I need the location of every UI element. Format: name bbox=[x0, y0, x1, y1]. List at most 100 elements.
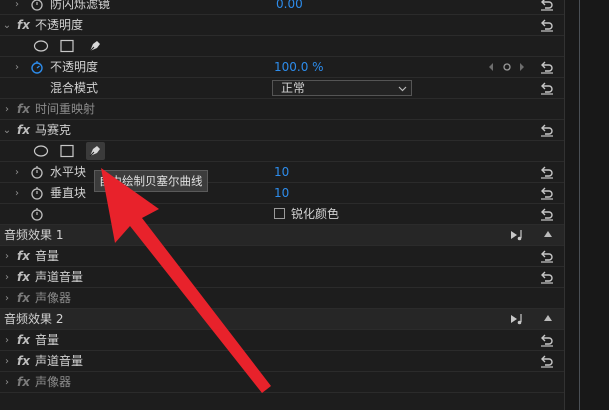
opacity-value[interactable]: 100.0 % bbox=[274, 57, 324, 78]
reset-icon[interactable] bbox=[540, 186, 554, 200]
opacity-label: 不透明度 bbox=[50, 60, 99, 74]
effect-controls-panel: › 防闪烁滤镜 0.00 ⌄ fx 不透明度 › 不透明度 100.0 % 混合… bbox=[0, 0, 564, 410]
opacity-section-row[interactable]: ⌄ fx 不透明度 bbox=[0, 15, 564, 36]
stopwatch-icon[interactable] bbox=[30, 186, 44, 200]
chevron-right-icon[interactable]: › bbox=[2, 372, 12, 393]
audio1-panner-row[interactable]: › fx 声像器 bbox=[0, 288, 564, 309]
ellipse-mask-icon[interactable] bbox=[33, 38, 49, 54]
audio1-volume-label: 音量 bbox=[35, 249, 60, 263]
horizontal-blocks-label: 水平块 bbox=[50, 165, 87, 179]
pen-mask-icon[interactable] bbox=[86, 142, 105, 160]
sharpen-colors-checkbox[interactable] bbox=[274, 208, 285, 219]
pen-mask-icon[interactable] bbox=[87, 38, 103, 54]
audio2-channel-volume-label: 声道音量 bbox=[35, 354, 84, 368]
reset-icon[interactable] bbox=[540, 165, 554, 179]
reset-icon[interactable] bbox=[540, 123, 554, 137]
chevron-right-icon[interactable]: › bbox=[12, 57, 22, 78]
sharpen-colors-row: 锐化颜色 bbox=[0, 204, 564, 225]
audio-effects-1-label: 音频效果 1 bbox=[4, 228, 64, 242]
chevron-right-icon[interactable]: › bbox=[2, 330, 12, 351]
keyframe-next-icon[interactable] bbox=[518, 61, 526, 73]
blend-mode-value: 正常 bbox=[281, 81, 306, 95]
stopwatch-icon[interactable] bbox=[30, 60, 44, 74]
keyframe-add-icon[interactable] bbox=[502, 61, 512, 73]
reset-icon[interactable] bbox=[540, 249, 554, 263]
reset-icon[interactable] bbox=[540, 354, 554, 368]
chevron-right-icon[interactable]: › bbox=[2, 267, 12, 288]
reset-icon[interactable] bbox=[540, 18, 554, 32]
audio1-channel-volume-label: 声道音量 bbox=[35, 270, 84, 284]
stopwatch-icon[interactable] bbox=[30, 207, 44, 221]
vertical-blocks-row: › 垂直块 10 bbox=[0, 183, 564, 204]
opacity-mask-tools-row bbox=[0, 36, 564, 57]
collapse-up-icon[interactable] bbox=[544, 315, 552, 321]
mosaic-mask-tools-row bbox=[0, 141, 564, 162]
mosaic-section-label: 马赛克 bbox=[35, 123, 72, 137]
audio-play-icon[interactable] bbox=[509, 312, 527, 326]
audio2-volume-row[interactable]: › fx 音量 bbox=[0, 330, 564, 351]
chevron-down-icon[interactable]: ⌄ bbox=[2, 15, 12, 36]
playhead-line bbox=[579, 0, 580, 410]
flicker-value[interactable]: 0.00 bbox=[276, 0, 303, 15]
audio1-channel-volume-row[interactable]: › fx 声道音量 bbox=[0, 267, 564, 288]
reset-icon[interactable] bbox=[540, 270, 554, 284]
pen-tooltip: 自由绘制贝塞尔曲线 bbox=[94, 170, 208, 192]
reset-icon[interactable] bbox=[540, 81, 554, 95]
horizontal-blocks-value[interactable]: 10 bbox=[274, 162, 289, 183]
audio-play-icon[interactable] bbox=[509, 228, 527, 242]
audio-effects-1-header: 音频效果 1 bbox=[0, 225, 564, 246]
audio1-panner-label: 声像器 bbox=[35, 291, 72, 305]
rectangle-mask-icon[interactable] bbox=[59, 38, 75, 54]
flicker-label: 防闪烁滤镜 bbox=[50, 0, 111, 11]
chevron-right-icon[interactable]: › bbox=[2, 351, 12, 372]
audio-effects-2-header: 音频效果 2 bbox=[0, 309, 564, 330]
reset-icon[interactable] bbox=[540, 60, 554, 74]
collapse-up-icon[interactable] bbox=[544, 231, 552, 237]
audio2-volume-label: 音量 bbox=[35, 333, 60, 347]
audio2-panner-label: 声像器 bbox=[35, 375, 72, 389]
fx-badge[interactable]: fx bbox=[17, 330, 30, 351]
fx-badge[interactable]: fx bbox=[17, 351, 30, 372]
sharpen-colors-label: 锐化颜色 bbox=[291, 207, 340, 221]
reset-icon[interactable] bbox=[540, 333, 554, 347]
chevron-right-icon[interactable]: › bbox=[12, 162, 22, 183]
fx-badge[interactable]: fx bbox=[17, 267, 30, 288]
audio1-volume-row[interactable]: › fx 音量 bbox=[0, 246, 564, 267]
chevron-down-icon[interactable]: ⌄ bbox=[2, 120, 12, 141]
chevron-right-icon[interactable]: › bbox=[12, 183, 22, 204]
chevron-right-icon[interactable]: › bbox=[2, 246, 12, 267]
horizontal-blocks-row: › 水平块 10 bbox=[0, 162, 564, 183]
time-remap-row[interactable]: › fx 时间重映射 bbox=[0, 99, 564, 120]
stopwatch-icon[interactable] bbox=[30, 165, 44, 179]
audio-effects-2-label: 音频效果 2 bbox=[4, 312, 64, 326]
rectangle-mask-icon[interactable] bbox=[59, 143, 75, 159]
stopwatch-icon[interactable] bbox=[30, 0, 44, 11]
time-remap-label: 时间重映射 bbox=[35, 102, 96, 116]
keyframe-prev-icon[interactable] bbox=[487, 61, 495, 73]
fx-badge[interactable]: fx bbox=[17, 372, 30, 393]
ellipse-mask-icon[interactable] bbox=[33, 143, 49, 159]
timeline-area[interactable] bbox=[564, 0, 609, 410]
chevron-right-icon[interactable]: › bbox=[12, 0, 22, 15]
fx-badge[interactable]: fx bbox=[17, 15, 30, 36]
fx-badge[interactable]: fx bbox=[17, 288, 30, 309]
chevron-right-icon[interactable]: › bbox=[2, 288, 12, 309]
fx-badge[interactable]: fx bbox=[17, 120, 30, 141]
chevron-down-icon bbox=[398, 86, 407, 92]
audio2-panner-row[interactable]: › fx 声像器 bbox=[0, 372, 564, 393]
vertical-blocks-value[interactable]: 10 bbox=[274, 183, 289, 204]
vertical-blocks-label: 垂直块 bbox=[50, 186, 87, 200]
flicker-row: › 防闪烁滤镜 0.00 bbox=[0, 0, 564, 15]
opacity-section-label: 不透明度 bbox=[35, 18, 84, 32]
blend-mode-select[interactable]: 正常 bbox=[272, 80, 412, 96]
opacity-row: › 不透明度 100.0 % bbox=[0, 57, 564, 78]
reset-icon[interactable] bbox=[540, 0, 554, 11]
chevron-right-icon[interactable]: › bbox=[2, 99, 12, 120]
fx-badge[interactable]: fx bbox=[17, 99, 30, 120]
mosaic-section-row[interactable]: ⌄ fx 马赛克 bbox=[0, 120, 564, 141]
blend-mode-label: 混合模式 bbox=[50, 81, 99, 95]
fx-badge[interactable]: fx bbox=[17, 246, 30, 267]
blend-mode-row: 混合模式 正常 bbox=[0, 78, 564, 99]
reset-icon[interactable] bbox=[540, 207, 554, 221]
audio2-channel-volume-row[interactable]: › fx 声道音量 bbox=[0, 351, 564, 372]
